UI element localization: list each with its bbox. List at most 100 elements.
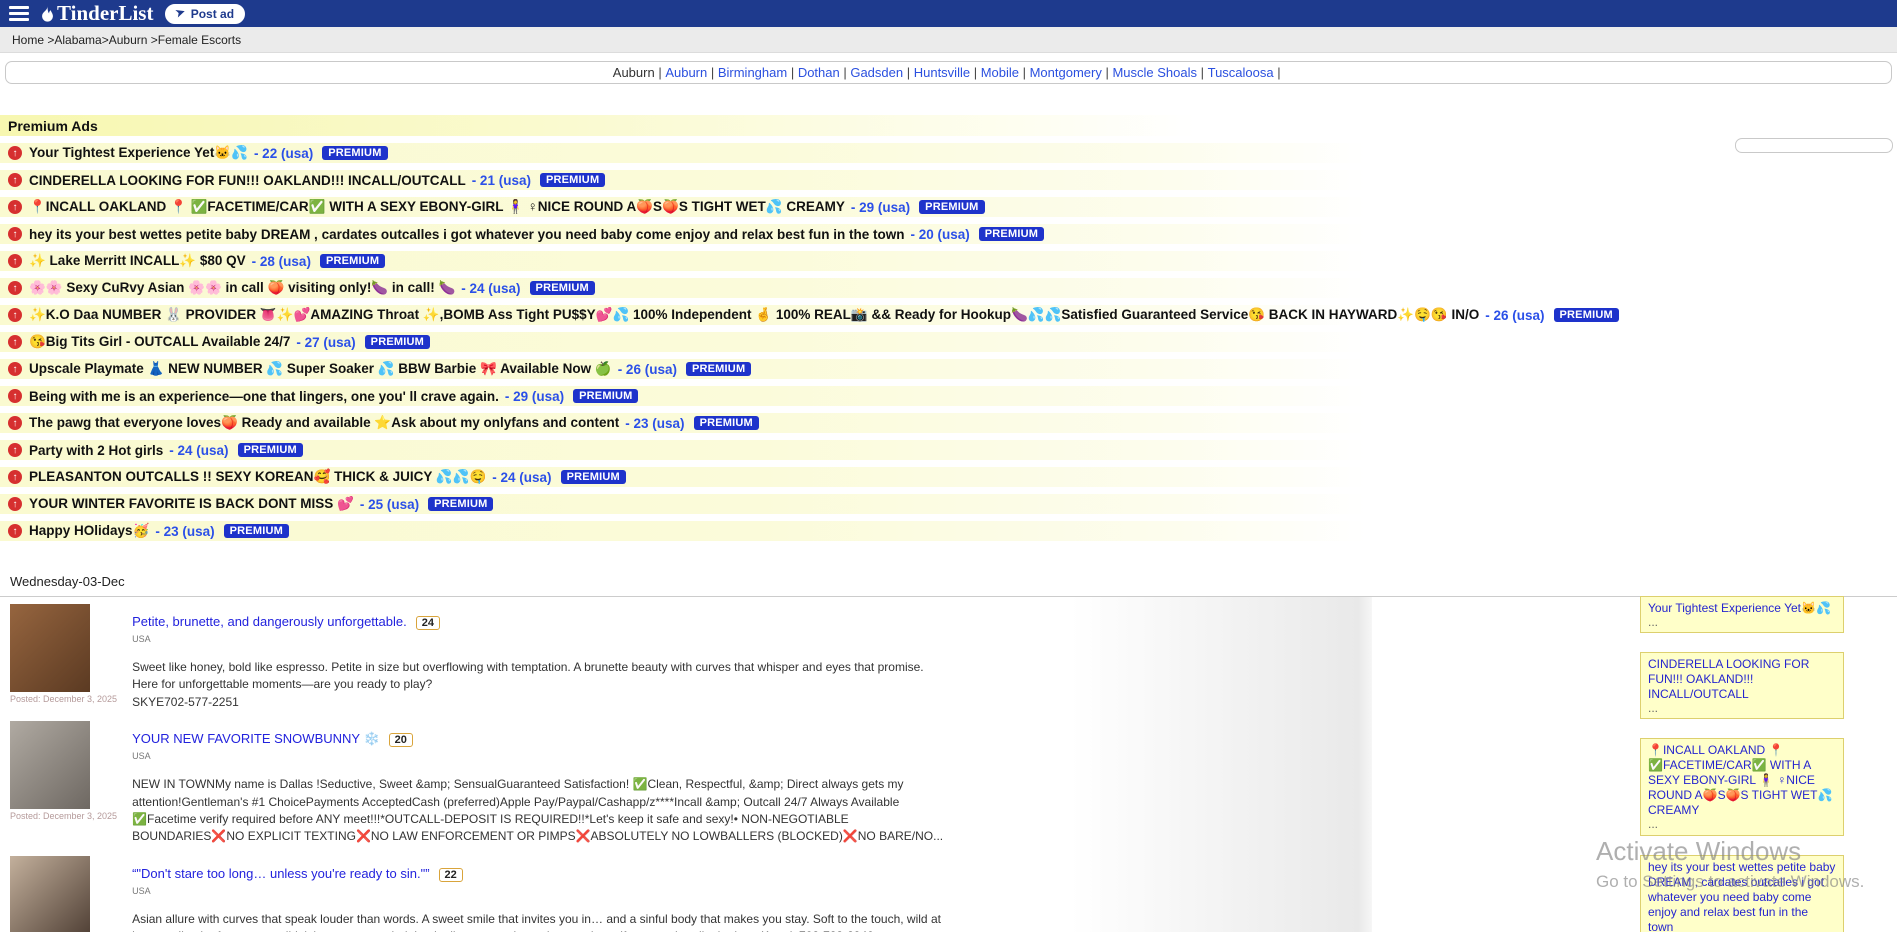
city-link[interactable]: Mobile: [981, 65, 1019, 80]
city-link[interactable]: Dothan: [798, 65, 840, 80]
flame-icon: [41, 6, 54, 22]
premium-ad-title: Party with 2 Hot girls: [29, 443, 163, 458]
premium-ad-row[interactable]: ↑Happy HOlidays🥳- 23 (usa)PREMIUM: [0, 521, 1897, 541]
premium-ad-row[interactable]: ↑ The pawg that everyone loves🍑 Ready and…: [0, 413, 1897, 433]
post-ad-button[interactable]: ➤ Post ad: [165, 4, 245, 24]
city-link[interactable]: Huntsville: [914, 65, 970, 80]
up-arrow-icon: ↑: [8, 173, 22, 187]
listing-title-row: Petite, brunette, and dangerously unforg…: [132, 613, 950, 631]
premium-ad-title: The pawg that everyone loves🍑 Ready and …: [29, 415, 619, 431]
premium-ad-row[interactable]: ↑ 😘Big Tits Girl - OUTCALL Available 24/7…: [0, 332, 1897, 352]
premium-ad-row[interactable]: ↑📍INCALL OAKLAND 📍 ✅FACETIME/CAR✅ WITH A…: [0, 197, 1897, 217]
separator: |: [655, 65, 666, 80]
listing-item: Posted: December 3, 2025“"Don't stare to…: [0, 849, 1372, 932]
separator: |: [1197, 65, 1208, 80]
age-badge: 20: [389, 733, 413, 747]
sidebar-ad-title: CINDERELLA LOOKING FOR FUN!!! OAKLAND!!!…: [1648, 657, 1836, 702]
sidebar-ad-box[interactable]: 📍INCALL OAKLAND 📍 ✅FACETIME/CAR✅ WITH A …: [1640, 738, 1844, 835]
city-link[interactable]: Muscle Shoals: [1112, 65, 1197, 80]
listing-title-link[interactable]: Petite, brunette, and dangerously unforg…: [132, 614, 407, 629]
country-label: USA: [132, 886, 950, 896]
premium-ad-row[interactable]: ↑ YOUR WINTER FAVORITE IS BACK DONT MISS …: [0, 494, 1897, 514]
separator: |: [787, 65, 798, 80]
premium-ad-title: hey its your best wettes petite baby DRE…: [29, 227, 904, 242]
city-current: Auburn: [613, 65, 655, 80]
premium-ad-row[interactable]: ↑ Upscale Playmate 👗 NEW NUMBER 💦 Super S…: [0, 359, 1897, 379]
sidebar-ad-title: 📍INCALL OAKLAND 📍 ✅FACETIME/CAR✅ WITH A …: [1648, 743, 1836, 818]
city-link[interactable]: Gadsden: [850, 65, 903, 80]
up-arrow-icon: ↑: [8, 497, 22, 511]
premium-badge: PREMIUM: [561, 470, 626, 484]
city-link[interactable]: Birmingham: [718, 65, 787, 80]
sidebar-ad-box[interactable]: Your Tightest Experience Yet🐱💦...: [1640, 596, 1844, 633]
city-link[interactable]: Auburn: [665, 65, 707, 80]
premium-ad-meta: - 21 (usa): [472, 173, 531, 188]
age-badge: 24: [416, 616, 440, 630]
premium-ad-title: 🌸🌸 Sexy CuRvy Asian 🌸🌸 in call 🍑 visitin…: [29, 280, 455, 296]
sidebar-ad-more: ...: [1648, 616, 1836, 629]
premium-ad-row[interactable]: ↑🌸🌸 Sexy CuRvy Asian 🌸🌸 in call 🍑 visiti…: [0, 278, 1897, 298]
up-arrow-icon: ↑: [8, 335, 22, 349]
premium-ad-row[interactable]: ↑Your Tightest Experience Yet🐱💦- 22 (usa…: [0, 143, 1897, 163]
up-arrow-icon: ↑: [8, 416, 22, 430]
premium-badge: PREMIUM: [686, 362, 751, 376]
premium-ad-row[interactable]: ↑Party with 2 Hot girls- 24 (usa)PREMIUM: [0, 440, 1897, 460]
menu-icon[interactable]: [9, 6, 29, 21]
listing-thumbnail[interactable]: [10, 856, 90, 932]
listing-thumbnail[interactable]: [10, 721, 90, 809]
listing-thumbnail[interactable]: [10, 604, 90, 692]
breadcrumb-link[interactable]: Female Escorts: [158, 33, 241, 47]
premium-ad-row[interactable]: ↑CINDERELLA LOOKING FOR FUN!!! OAKLAND!!…: [0, 170, 1897, 190]
separator: |: [1019, 65, 1030, 80]
up-arrow-icon: ↑: [8, 308, 22, 322]
premium-ad-title: YOUR WINTER FAVORITE IS BACK DONT MISS 💕: [29, 496, 354, 512]
premium-ad-title: PLEASANTON OUTCALLS !! SEXY KOREAN🥰 THIC…: [29, 469, 486, 485]
age-badge: 22: [439, 868, 463, 882]
separator: |: [903, 65, 914, 80]
listing-description: Sweet like honey, bold like espresso. Pe…: [132, 659, 950, 694]
sidebar-ad-more: ...: [1648, 702, 1836, 715]
premium-badge: PREMIUM: [919, 200, 984, 214]
up-arrow-icon: ↑: [8, 362, 22, 376]
sidebar-ad-box[interactable]: hey its your best wettes petite baby DRE…: [1640, 855, 1844, 932]
premium-ad-title: 😘Big Tits Girl - OUTCALL Available 24/7: [29, 334, 290, 350]
premium-badge: PREMIUM: [224, 524, 289, 538]
separator: |: [1274, 65, 1285, 80]
posted-date: Posted: December 3, 2025: [10, 811, 117, 821]
breadcrumb-link[interactable]: Home >: [12, 33, 54, 47]
up-arrow-icon: ↑: [8, 470, 22, 484]
premium-ad-row[interactable]: ↑✨K.O Daa NUMBER 🐰 PROVIDER 👅✨💕AMAZING T…: [0, 305, 1897, 325]
premium-ad-title: Your Tightest Experience Yet🐱💦: [29, 145, 248, 161]
premium-ad-title: Upscale Playmate 👗 NEW NUMBER 💦 Super So…: [29, 361, 612, 377]
listing-title-row: “"Don't stare too long… unless you're re…: [132, 865, 950, 883]
premium-ads-header: Premium Ads: [0, 115, 1897, 136]
listing-item: Posted: December 3, 2025 YOUR NEW FAVORIT…: [0, 714, 1372, 849]
listing-title-link[interactable]: YOUR NEW FAVORITE SNOWBUNNY ❄️: [132, 731, 380, 746]
premium-ad-meta: - 26 (usa): [1485, 308, 1544, 323]
city-link[interactable]: Montgomery: [1030, 65, 1102, 80]
listing-title-link[interactable]: “"Don't stare too long… unless you're re…: [132, 866, 429, 881]
premium-ad-row[interactable]: ↑ hey its your best wettes petite baby DR…: [0, 224, 1897, 244]
premium-ad-row[interactable]: ↑Being with me is an experience—one that…: [0, 386, 1897, 406]
listing-item: Posted: December 3, 2025Petite, brunette…: [0, 597, 1372, 714]
premium-ad-meta: - 27 (usa): [296, 335, 355, 350]
premium-ad-row[interactable]: ↑ PLEASANTON OUTCALLS !! SEXY KOREAN🥰 THI…: [0, 467, 1897, 487]
country-label: USA: [132, 751, 950, 761]
up-arrow-icon: ↑: [8, 200, 22, 214]
listing-description: Asian allure with curves that speak loud…: [132, 911, 950, 932]
premium-ad-row[interactable]: ↑✨ Lake Merritt INCALL✨ $80 QV- 28 (usa)…: [0, 251, 1897, 271]
listing-content: “"Don't stare too long… unless you're re…: [132, 856, 950, 932]
premium-ad-title: Being with me is an experience—one that …: [29, 389, 499, 404]
breadcrumb-link[interactable]: Alabama>: [54, 33, 108, 47]
premium-ad-meta: - 23 (usa): [155, 524, 214, 539]
listing-content: YOUR NEW FAVORITE SNOWBUNNY ❄️20USANEW I…: [132, 721, 950, 846]
breadcrumb-link[interactable]: Auburn >: [109, 33, 158, 47]
city-link[interactable]: Tuscaloosa: [1208, 65, 1274, 80]
site-logo[interactable]: TinderList: [41, 3, 153, 24]
listing-left: Posted: December 3, 2025: [10, 721, 117, 846]
sidebar-ad-box[interactable]: CINDERELLA LOOKING FOR FUN!!! OAKLAND!!!…: [1640, 652, 1844, 719]
premium-ad-meta: - 20 (usa): [910, 227, 969, 242]
up-arrow-icon: ↑: [8, 227, 22, 241]
up-arrow-icon: ↑: [8, 254, 22, 268]
premium-ad-meta: - 25 (usa): [360, 497, 419, 512]
